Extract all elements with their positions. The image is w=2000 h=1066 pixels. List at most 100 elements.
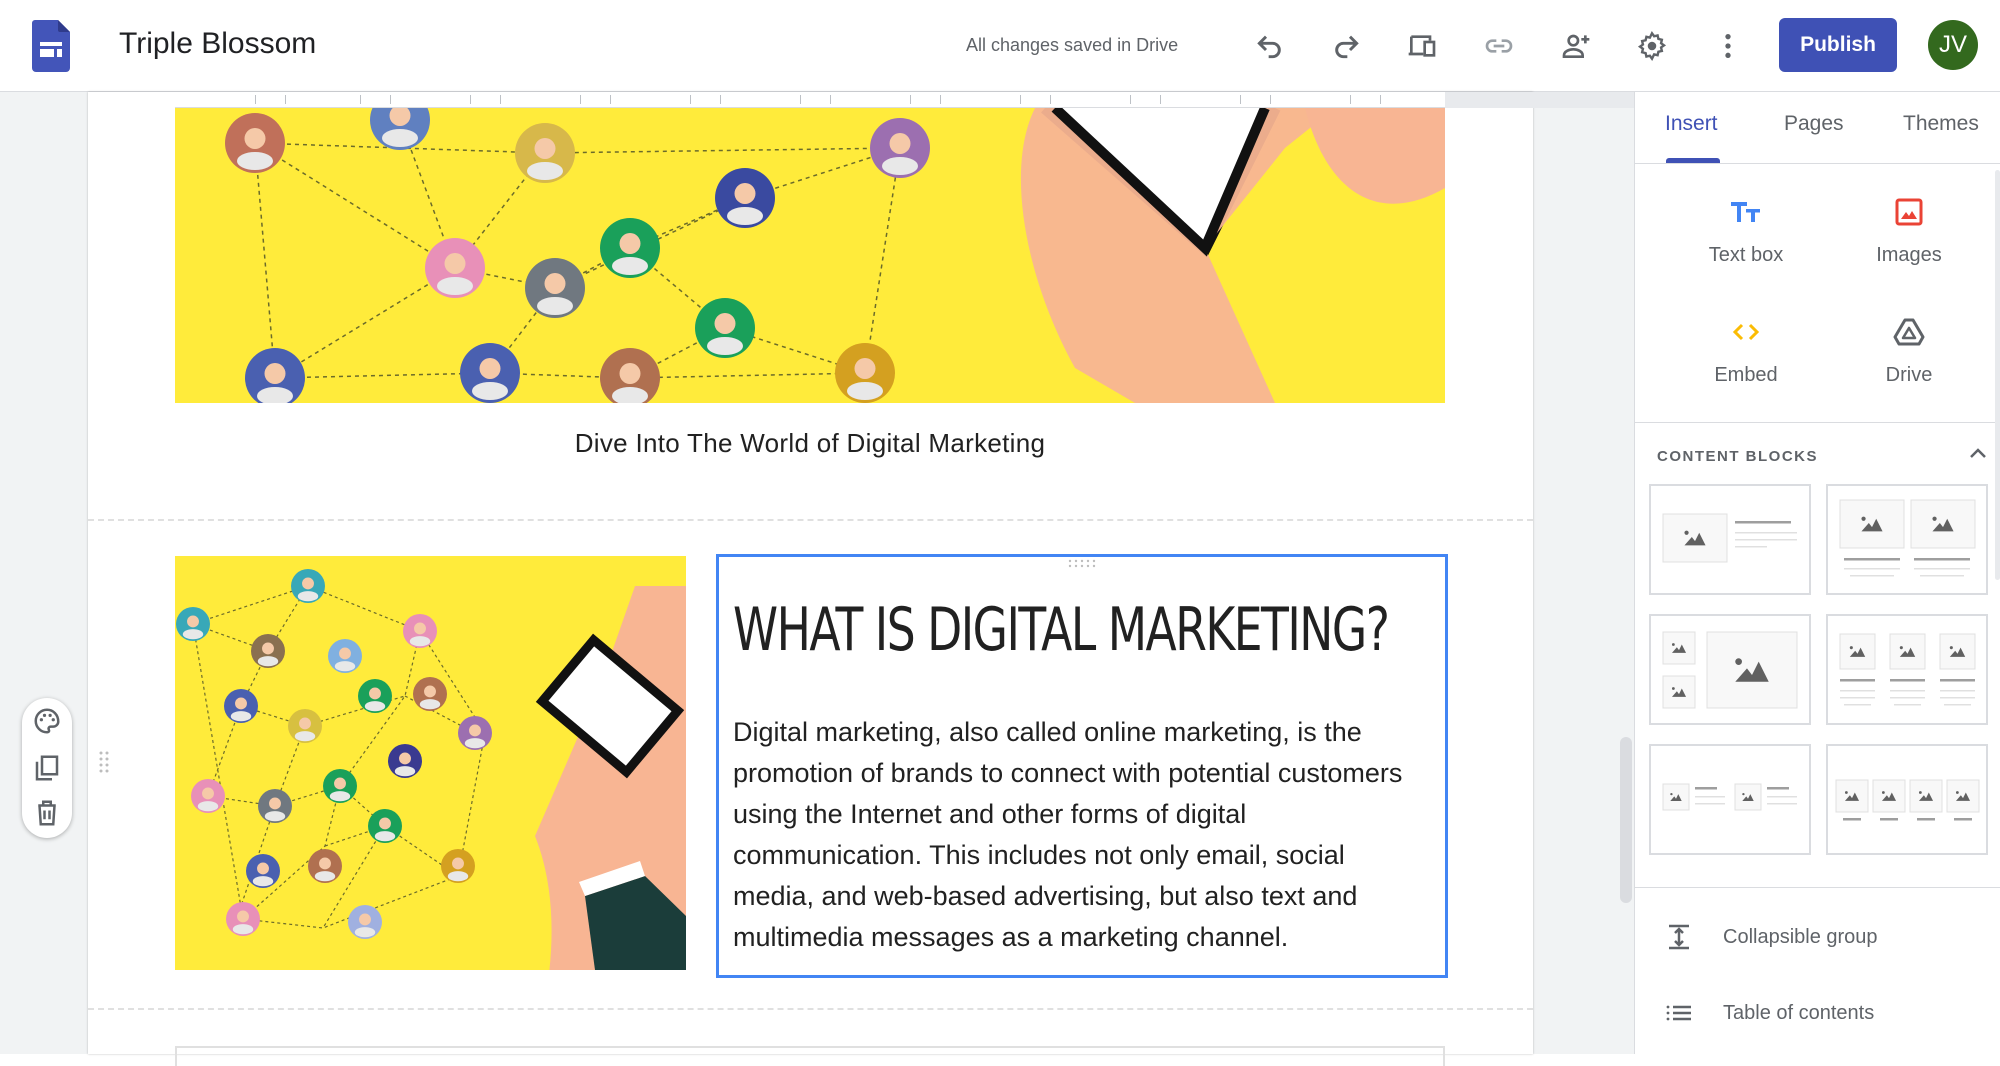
ruler-tick	[690, 95, 691, 104]
ruler-tick	[1270, 95, 1271, 104]
layout-thumbnail-icon	[1662, 513, 1797, 563]
tab-themes[interactable]: Themes	[1903, 112, 1979, 136]
site-title[interactable]: Triple Blossom	[119, 26, 316, 62]
settings-button[interactable]	[1632, 26, 1672, 66]
content-block-two-images-with-text[interactable]	[1826, 484, 1988, 595]
ruler-tick	[610, 95, 611, 104]
delete-icon[interactable]	[32, 798, 62, 828]
ruler-tick	[1050, 95, 1051, 104]
insert-drive[interactable]: Drive	[1829, 314, 1989, 414]
panel-tabs: Insert Pages Themes	[1635, 92, 2000, 164]
section-toolbar	[22, 698, 72, 838]
canvas-scrollbar[interactable]	[1620, 737, 1632, 903]
content-block-image-left-text-right[interactable]	[1649, 484, 1811, 595]
ruler-tick	[940, 95, 941, 104]
redo-icon	[1335, 35, 1359, 59]
insert-drive-label: Drive	[1885, 364, 1933, 386]
share-button[interactable]	[1556, 26, 1596, 66]
ruler-tick	[910, 95, 911, 104]
ruler-tick	[830, 95, 831, 104]
tab-pages[interactable]: Pages	[1784, 112, 1844, 136]
save-status: All changes saved in Drive	[966, 35, 1179, 55]
content-blocks-title: CONTENT BLOCKS	[1657, 448, 1818, 465]
network-hand-illustration	[176, 569, 686, 970]
collapsible-group-label: Collapsible group	[1723, 925, 1878, 948]
ruler-tick	[1020, 95, 1021, 104]
section-divider	[88, 1008, 1533, 1010]
insert-embed-label: Embed	[1714, 364, 1778, 386]
layout-thumbnail-icon	[1839, 499, 1976, 577]
preview-devices-icon	[1408, 35, 1436, 57]
drag-handle-icon[interactable]	[1067, 559, 1097, 569]
insert-images[interactable]: Images	[1829, 194, 1989, 294]
ruler-tick	[1350, 95, 1351, 104]
more-options-button[interactable]	[1708, 26, 1748, 66]
banner-image[interactable]	[175, 108, 1445, 403]
content-block-three-images-with-text[interactable]	[1826, 614, 1988, 725]
section-body-text[interactable]: Digital marketing, also called online ma…	[733, 712, 1433, 958]
copy-link-button[interactable]	[1479, 26, 1519, 66]
ruler-tick	[720, 95, 721, 104]
undo-button[interactable]	[1250, 26, 1290, 66]
redo-button[interactable]	[1326, 26, 1366, 66]
section-heading[interactable]: WHAT IS DIGITAL MARKETING?	[733, 595, 1390, 665]
section-drag-handle-icon[interactable]	[98, 750, 110, 776]
selected-text-box[interactable]: WHAT IS DIGITAL MARKETING? Digital marke…	[716, 554, 1448, 978]
insert-text-box[interactable]: Text box	[1666, 194, 1826, 294]
banner-caption[interactable]: Dive Into The World of Digital Marketing	[175, 428, 1445, 459]
embed-code-icon	[1732, 323, 1760, 341]
chevron-up-icon[interactable]	[1967, 442, 1989, 464]
duplicate-icon[interactable]	[32, 753, 62, 783]
content-block-image-collage[interactable]	[1649, 614, 1811, 725]
publish-button[interactable]: Publish	[1779, 18, 1897, 72]
insert-images-label: Images	[1876, 244, 1942, 266]
drive-icon	[1893, 318, 1925, 346]
layout-thumbnail-icon	[1839, 633, 1976, 706]
panel-scrollbar[interactable]	[1995, 170, 2000, 580]
copy-link-icon	[1485, 39, 1513, 53]
more-vert-icon	[1725, 34, 1731, 58]
ruler-tick	[580, 95, 581, 104]
palette-icon[interactable]	[32, 706, 62, 736]
collapsible-group-icon	[1669, 924, 1689, 950]
image-icon	[1895, 198, 1923, 226]
panel-divider	[1635, 887, 2000, 888]
insert-collapsible-group[interactable]: Collapsible group	[1665, 917, 1985, 957]
insert-table-of-contents[interactable]: Table of contents	[1665, 993, 1985, 1033]
ruler-tick	[500, 95, 501, 104]
tab-insert[interactable]: Insert	[1665, 112, 1718, 136]
insert-embed[interactable]: Embed	[1666, 314, 1826, 414]
ruler-tick	[390, 95, 391, 104]
ruler-tick	[1130, 95, 1131, 104]
ruler-tick	[1380, 95, 1381, 104]
settings-gear-icon	[1637, 31, 1667, 61]
ruler-tick	[360, 95, 361, 104]
layout-thumbnail-icon	[1662, 783, 1797, 811]
section-image[interactable]	[175, 556, 686, 970]
content-block-two-images-side-text[interactable]	[1649, 744, 1811, 855]
google-sites-icon[interactable]	[32, 20, 70, 72]
top-bar: Triple Blossom All changes saved in Driv…	[0, 0, 2000, 92]
content-block-four-images-captions[interactable]	[1826, 744, 1988, 855]
ruler-tick	[1240, 95, 1241, 104]
ruler-margin	[1445, 92, 1634, 108]
account-avatar[interactable]: JV	[1928, 20, 1978, 70]
share-add-person-icon	[1562, 34, 1590, 58]
ruler-tick	[800, 95, 801, 104]
preview-button[interactable]	[1402, 26, 1442, 66]
network-illustration	[225, 108, 1445, 403]
section-divider	[88, 519, 1533, 521]
undo-icon	[1257, 35, 1281, 59]
ruler-tick	[255, 95, 256, 104]
table-of-contents-icon	[1666, 1005, 1691, 1021]
ruler-tick	[470, 95, 471, 104]
side-panel: Insert Pages Themes Text box Images Embe…	[1634, 92, 2000, 1054]
ruler-tick	[285, 95, 286, 104]
table-of-contents-label: Table of contents	[1723, 1001, 1875, 1024]
ruler-tick	[1160, 95, 1161, 104]
active-tab-indicator	[1666, 158, 1720, 163]
column-ruler	[175, 92, 1445, 108]
layout-thumbnail-icon	[1662, 631, 1798, 709]
insert-text-box-label: Text box	[1708, 244, 1784, 266]
next-section-block[interactable]	[175, 1046, 1445, 1066]
